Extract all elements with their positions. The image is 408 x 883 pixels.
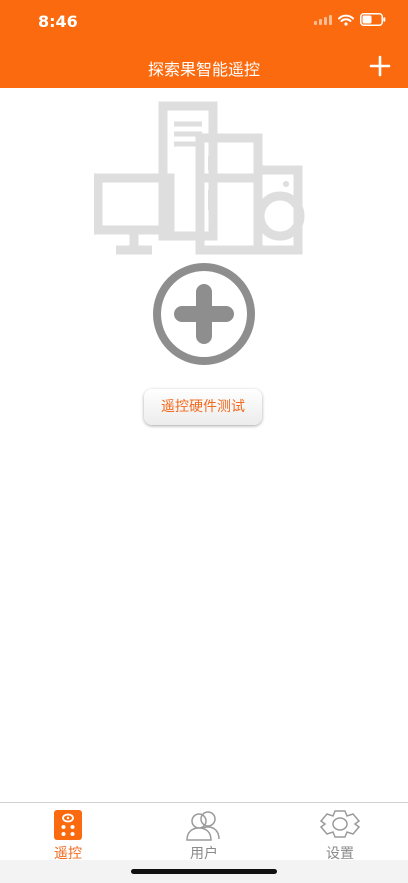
status-icons [314, 13, 386, 26]
home-indicator-area [0, 860, 408, 883]
users-icon [186, 811, 220, 841]
home-indicator[interactable] [131, 869, 277, 874]
tab-users[interactable]: 用户 [136, 803, 272, 862]
wifi-icon [338, 14, 354, 26]
add-device-button[interactable] [368, 54, 392, 78]
tab-bar: 遥控 用户 设置 [0, 802, 408, 862]
remote-icon [54, 810, 82, 840]
add-device-circle-button[interactable] [152, 262, 256, 366]
tab-remote[interactable]: 遥控 [0, 803, 136, 862]
top-bar: 8:46 探索果智能遥控 [0, 0, 408, 88]
hardware-test-button[interactable]: 遥控硬件测试 [144, 389, 262, 425]
status-time: 8:46 [38, 12, 78, 31]
tab-settings[interactable]: 设置 [272, 803, 408, 862]
cellular-signal-icon [314, 14, 332, 25]
battery-icon [360, 13, 386, 26]
gear-icon [319, 810, 361, 838]
appliances-illustration [94, 101, 305, 255]
page-title: 探索果智能遥控 [147, 60, 260, 79]
